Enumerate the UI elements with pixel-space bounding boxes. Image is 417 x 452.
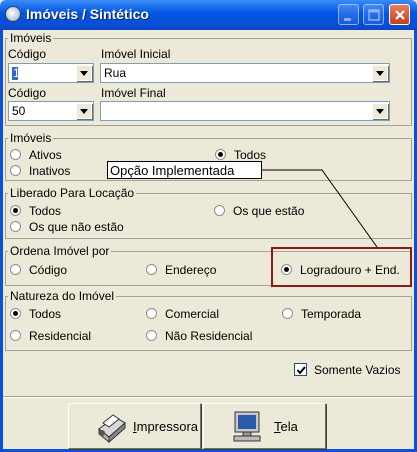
radio-comercial-dot[interactable] xyxy=(146,308,157,319)
imovel-inicial-combo[interactable]: Rua xyxy=(100,63,390,83)
radio-ordena-endereco-dot[interactable] xyxy=(146,264,157,275)
ordena-legend: Ordena Imóvel por xyxy=(8,244,112,258)
window-border-left xyxy=(0,30,3,452)
radio-liberado-todos-label: Todos xyxy=(29,204,62,218)
monitor-icon xyxy=(233,411,261,442)
codigo-inicial-combo[interactable]: 1 xyxy=(8,63,94,83)
bottom-separator xyxy=(3,396,414,398)
radio-comercial-label: Comercial xyxy=(165,307,220,321)
imovel-inicial-value: Rua xyxy=(104,66,127,80)
checkbox-box[interactable] xyxy=(294,363,307,376)
radio-ativos-dot[interactable] xyxy=(10,149,21,160)
imovel-final-combo[interactable] xyxy=(100,101,390,121)
chevron-down-icon[interactable] xyxy=(372,65,388,81)
radio-ordena-codigo-label: Código xyxy=(29,263,68,277)
codigo-final-label: Código xyxy=(8,86,47,100)
chevron-down-icon[interactable] xyxy=(76,103,92,119)
radio-ordena-codigo-dot[interactable] xyxy=(10,264,21,275)
minimize-icon xyxy=(344,18,351,21)
tela-label-rest: ela xyxy=(280,419,298,434)
imoveis-range-legend: Imóveis xyxy=(8,31,54,45)
close-button[interactable] xyxy=(389,4,410,25)
liberado-legend: Liberado Para Locação xyxy=(8,186,137,200)
maximize-button[interactable] xyxy=(363,4,384,25)
radio-os-que-estao-dot[interactable] xyxy=(214,205,225,216)
annotation-highlight-box xyxy=(271,247,412,287)
radio-ordena-endereco-label: Endereço xyxy=(165,263,217,277)
impressora-label: Impressora xyxy=(133,419,198,434)
minimize-button[interactable] xyxy=(338,4,359,25)
chevron-down-icon[interactable] xyxy=(372,103,388,119)
natureza-legend: Natureza do Imóvel xyxy=(8,289,117,303)
radio-os-que-estao-label: Os que estão xyxy=(233,204,305,218)
printer-icon xyxy=(98,414,126,444)
annotation-callout-text: Opção Implementada xyxy=(110,163,235,178)
radio-os-que-nao-estao-label: Os que não estão xyxy=(29,220,124,234)
tela-button[interactable]: Tela xyxy=(203,403,326,449)
title-bar[interactable]: Imóveis / Sintético xyxy=(0,0,417,30)
radio-natureza-todos-dot[interactable] xyxy=(10,308,21,319)
chevron-down-icon[interactable] xyxy=(76,65,92,81)
radio-temporada-dot[interactable] xyxy=(282,308,293,319)
imovel-final-label: Imóvel Final xyxy=(101,86,166,100)
codigo-inicial-label: Código xyxy=(8,47,47,61)
radio-nao-residencial-label: Não Residencial xyxy=(165,329,253,343)
imovel-inicial-label: Imóvel Inicial xyxy=(101,47,171,61)
radio-residencial-dot[interactable] xyxy=(10,330,21,341)
radio-liberado-todos-dot[interactable] xyxy=(10,205,21,216)
maximize-icon xyxy=(368,9,380,21)
impressora-label-rest: mpressora xyxy=(136,419,199,434)
radio-ativos-label: Ativos xyxy=(29,148,62,162)
radio-todos-status-label: Todos xyxy=(234,148,267,162)
codigo-final-value: 50 xyxy=(12,104,26,118)
codigo-final-combo[interactable]: 50 xyxy=(8,101,94,121)
radio-inativos-dot[interactable] xyxy=(10,165,21,176)
radio-natureza-todos-label: Todos xyxy=(29,307,62,321)
radio-inativos-label: Inativos xyxy=(29,164,71,178)
imoveis-status-legend: Imóveis xyxy=(8,131,54,145)
close-icon xyxy=(395,10,405,20)
radio-residencial-label: Residencial xyxy=(29,329,92,343)
app-icon[interactable] xyxy=(5,6,21,22)
somente-vazios-label: Somente Vazios xyxy=(314,363,401,377)
annotation-callout: Opção Implementada xyxy=(107,161,262,179)
radio-os-que-nao-estao-dot[interactable] xyxy=(10,221,21,232)
checkmark-icon xyxy=(296,366,306,375)
window-title: Imóveis / Sintético xyxy=(26,6,149,22)
impressora-button[interactable]: Impressora xyxy=(68,403,201,449)
tela-label: Tela xyxy=(274,419,298,434)
radio-nao-residencial-dot[interactable] xyxy=(146,330,157,341)
radio-todos-status-dot[interactable] xyxy=(215,149,226,160)
radio-temporada-label: Temporada xyxy=(301,307,362,321)
codigo-inicial-value: 1 xyxy=(13,66,20,80)
